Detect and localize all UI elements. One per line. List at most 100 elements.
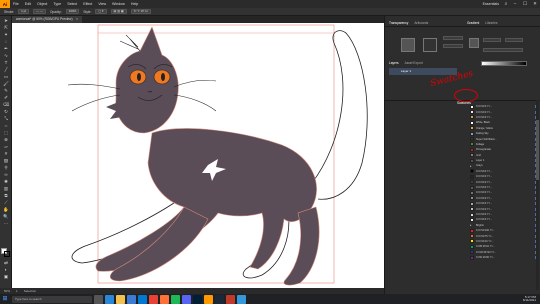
- file-explorer-icon[interactable]: [116, 294, 125, 304]
- lasso-icon[interactable]: ◌: [2, 39, 10, 45]
- blend-tool-icon[interactable]: ∞: [2, 172, 10, 178]
- menu-effect[interactable]: Effect: [80, 2, 95, 6]
- app-red-icon[interactable]: [226, 294, 235, 304]
- opacity-input[interactable]: [443, 44, 463, 48]
- system-clock[interactable]: 5:17 PM 6/11/2021: [523, 295, 540, 303]
- menu-type[interactable]: Type: [50, 2, 64, 6]
- illustrator-icon[interactable]: [204, 294, 213, 304]
- direct-selection-tool-icon[interactable]: ⇱: [2, 25, 10, 31]
- artboard-canvas[interactable]: [12, 23, 384, 288]
- gradient-angle-field[interactable]: [505, 38, 523, 42]
- align-controls[interactable]: ▤ ▥ ▦: [110, 9, 127, 14]
- swatch-name: Brights: [476, 223, 484, 227]
- transparency-thumbnail: [401, 38, 415, 52]
- shaper-icon[interactable]: ✐: [2, 95, 10, 101]
- tab-asset-export[interactable]: Asset Export: [405, 60, 423, 66]
- shape-builder-icon[interactable]: ⊕: [2, 137, 10, 143]
- menu-window[interactable]: Window: [109, 2, 128, 6]
- stroke-weight-field[interactable]: 1 pt: [18, 9, 30, 14]
- screen-mode-icon[interactable]: ▣: [2, 274, 10, 280]
- paintbrush-icon[interactable]: 🖌: [2, 81, 10, 87]
- gradient-tool-icon[interactable]: ▨: [2, 158, 10, 164]
- document-tab[interactable]: warriorcat* @ 50% (RGB/GPU Preview) ✕: [12, 16, 83, 23]
- draw-mode-icon[interactable]: ◐: [2, 267, 10, 273]
- zoom-level[interactable]: 50%: [4, 289, 10, 293]
- pen-tool-icon[interactable]: ✒: [2, 46, 10, 52]
- gradient-slider[interactable]: [481, 61, 527, 66]
- spotify-icon[interactable]: [171, 294, 180, 304]
- steam-icon[interactable]: [215, 294, 224, 304]
- close-icon[interactable]: ✕: [530, 0, 540, 8]
- type-tool-icon[interactable]: T: [2, 60, 10, 66]
- scale-icon[interactable]: ⤡: [2, 116, 10, 122]
- slice-tool-icon[interactable]: ⟋: [2, 200, 10, 206]
- curvature-tool-icon[interactable]: ∿: [2, 53, 10, 59]
- perspective-grid-icon[interactable]: ▱: [2, 144, 10, 150]
- swap-colors-icon[interactable]: ⇄: [2, 260, 10, 266]
- artboard-navigator[interactable]: 1: [16, 289, 18, 293]
- swatch-color-chip: [470, 234, 474, 239]
- rectangle-tool-icon[interactable]: ▭: [2, 74, 10, 80]
- swatch-name: Pomegranate: [476, 148, 492, 152]
- maximize-icon[interactable]: ☐: [520, 0, 530, 8]
- taskbar-search[interactable]: Type here to search: [12, 295, 92, 303]
- gradient-stroke-field[interactable]: [483, 48, 523, 52]
- menu-object[interactable]: Object: [34, 2, 50, 6]
- menu-edit[interactable]: Edit: [22, 2, 34, 6]
- minimize-icon[interactable]: –: [510, 0, 520, 8]
- menu-select[interactable]: Select: [64, 2, 80, 6]
- opacity-field[interactable]: 100%: [65, 9, 80, 14]
- artboard-tool-icon[interactable]: ⧉: [2, 193, 10, 199]
- menu-view[interactable]: View: [95, 2, 109, 6]
- mask-thumbnail[interactable]: [423, 38, 437, 52]
- swatch-color-chip: [470, 180, 474, 185]
- eyedropper-icon[interactable]: ⚲: [2, 165, 10, 171]
- magic-wand-icon[interactable]: ✦: [2, 32, 10, 38]
- pencil-icon[interactable]: ✎: [2, 88, 10, 94]
- graph-tool-icon[interactable]: ▥: [2, 186, 10, 192]
- menu-file[interactable]: File: [10, 2, 22, 6]
- swatch-name: Layer 1: [476, 159, 485, 163]
- swatch-row[interactable]: C=60 M=90 Y=...: [470, 255, 538, 260]
- close-tab-icon[interactable]: ✕: [76, 17, 79, 21]
- store-icon[interactable]: [127, 294, 136, 304]
- free-transform-icon[interactable]: ⬚: [2, 130, 10, 136]
- stroke-swatch[interactable]: [4, 251, 10, 257]
- swatch-name: C=0 M=100 Y=...: [476, 229, 495, 233]
- menu-bar: Ai File Edit Object Type Select Effect V…: [0, 0, 540, 8]
- width-tool-icon[interactable]: ⇔: [2, 123, 10, 129]
- symbol-sprayer-icon[interactable]: ✺: [2, 179, 10, 185]
- chrome-icon[interactable]: [149, 294, 158, 304]
- eraser-icon[interactable]: ⌫: [2, 102, 10, 108]
- discord-icon[interactable]: [182, 294, 191, 304]
- windows-start-icon[interactable]: ⊞: [0, 294, 10, 304]
- brush-definition-dropdown[interactable]: — —: [33, 9, 46, 14]
- cat-ear-tuft: [119, 34, 141, 52]
- zoom-tool-icon[interactable]: 🔍: [2, 214, 10, 220]
- photoshop-icon[interactable]: [193, 294, 202, 304]
- rotate-icon[interactable]: ↻: [2, 109, 10, 115]
- task-view-icon[interactable]: [94, 294, 103, 304]
- firefox-icon[interactable]: [160, 294, 169, 304]
- hand-tool-icon[interactable]: ✋: [2, 207, 10, 213]
- cat-near-front-leg: [109, 206, 209, 282]
- swatch-name: Grays: [476, 164, 483, 168]
- mail-icon[interactable]: [138, 294, 147, 304]
- line-tool-icon[interactable]: ╱: [2, 67, 10, 73]
- style-dropdown[interactable]: ▢ ▾: [95, 9, 107, 14]
- gradient-type-field[interactable]: [483, 38, 501, 42]
- transform-controls[interactable]: X: Y: W: H:: [130, 9, 152, 14]
- blend-mode-dropdown[interactable]: [443, 36, 463, 40]
- workspace-switcher[interactable]: Essentials: [480, 2, 502, 6]
- edge-icon[interactable]: [105, 294, 114, 304]
- mesh-tool-icon[interactable]: #: [2, 151, 10, 157]
- search-icon[interactable]: ⌕: [502, 0, 510, 8]
- selection-tool-icon[interactable]: ➤: [2, 18, 10, 24]
- tools-panel: ➤ ⇱ ✦ ◌ ✒ ∿ T ╱ ▭ 🖌 ✎ ✐ ⌫ ↻ ⤡ ⇔ ⬚ ⊕ ▱ # …: [0, 16, 12, 288]
- more-tools-icon[interactable]: ⋯: [2, 221, 10, 227]
- menu-help[interactable]: Help: [128, 2, 141, 6]
- gradient-swatch[interactable]: [469, 38, 479, 48]
- tab-layers[interactable]: Layers: [389, 60, 399, 66]
- app-blue-icon[interactable]: [237, 294, 246, 304]
- swatches-scroll-thumb[interactable]: [536, 120, 539, 180]
